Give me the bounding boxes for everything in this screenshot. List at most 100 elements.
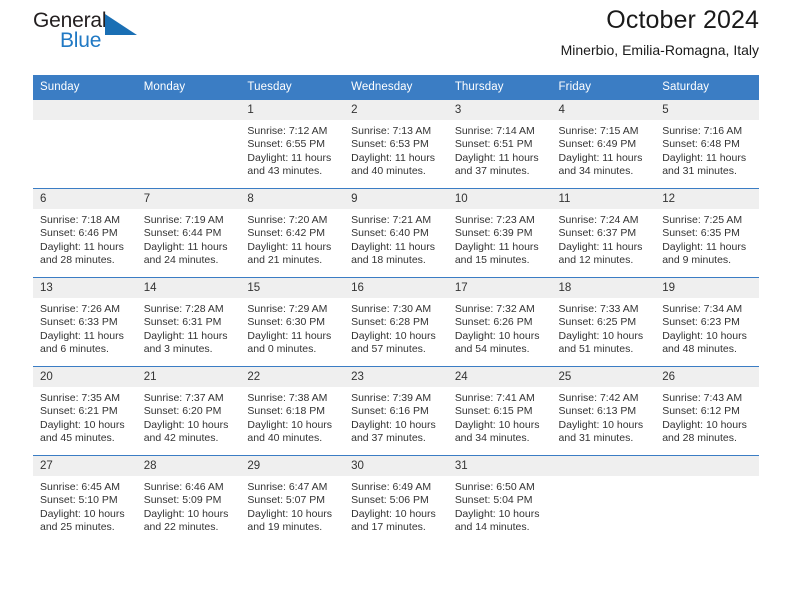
calendar-day-cell[interactable]: 13 Sunrise: 7:26 AM Sunset: 6:33 PM Dayligh… [33, 277, 137, 367]
day-info-line: and 0 minutes. [247, 343, 317, 356]
day-info-line: Sunset: 6:53 PM [351, 138, 429, 151]
calendar-day-cell[interactable]: 1 Sunrise: 7:12 AM Sunset: 6:55 PM Daylight… [240, 99, 345, 189]
calendar-day-cell[interactable]: 10 Sunrise: 7:23 AM Sunset: 6:39 PM Dayligh… [447, 188, 552, 278]
logo-text-blue: Blue [60, 29, 102, 52]
day-info-line: Daylight: 10 hours [247, 507, 333, 520]
day-info-line: Daylight: 10 hours [143, 418, 229, 431]
day-sun-info: Sunrise: 7:30 AM Sunset: 6:28 PM Daylight:… [344, 298, 448, 357]
day-info-line: Sunset: 6:37 PM [558, 227, 637, 240]
calendar-day-cell[interactable]: 19 Sunrise: 7:34 AM Sunset: 6:23 PM Dayligh… [655, 277, 759, 367]
day-info-line: Sunrise: 7:32 AM [454, 303, 535, 315]
day-number: 31 [447, 456, 552, 476]
day-number: 28 [136, 456, 241, 476]
calendar-day-cell[interactable]: 26 Sunrise: 7:43 AM Sunset: 6:12 PM Dayligh… [655, 366, 759, 456]
calendar-day-cell[interactable]: 8 Sunrise: 7:20 AM Sunset: 6:42 PM Daylight… [240, 188, 345, 278]
day-cell-content: 4 Sunrise: 7:15 AM Sunset: 6:49 PM Daylight… [551, 100, 656, 188]
calendar-day-cell[interactable]: 3 Sunrise: 7:14 AM Sunset: 6:51 PM Daylight… [447, 99, 552, 189]
day-info-line: Daylight: 11 hours [351, 151, 435, 164]
day-cell-content: 30 Sunrise: 6:49 AM Sunset: 5:06 PM Dayligh… [344, 456, 448, 545]
day-info-line: and 54 minutes. [454, 343, 530, 356]
calendar-day-cell[interactable]: 31 Sunrise: 6:50 AM Sunset: 5:04 PM Dayligh… [447, 455, 552, 545]
day-number: 29 [240, 456, 345, 476]
calendar-week-row: 1 Sunrise: 7:12 AM Sunset: 6:55 PM Daylight… [33, 99, 759, 189]
calendar-day-cell[interactable]: 23 Sunrise: 7:39 AM Sunset: 6:16 PM Dayligh… [344, 366, 448, 456]
calendar-page: General Blue October 2024 Minerbio, Emil… [0, 0, 792, 612]
day-cell-content: 17 Sunrise: 7:32 AM Sunset: 6:26 PM Dayligh… [447, 278, 552, 366]
day-info-line: and 25 minutes. [40, 521, 115, 534]
day-info-line: Sunrise: 7:37 AM [143, 392, 224, 404]
day-number: 6 [33, 189, 137, 209]
day-sun-info: Sunrise: 6:46 AM Sunset: 5:09 PM Daylight:… [137, 476, 241, 535]
day-info-line: Daylight: 10 hours [351, 329, 436, 342]
calendar-day-cell[interactable]: 16 Sunrise: 7:30 AM Sunset: 6:28 PM Dayligh… [344, 277, 448, 367]
calendar-day-cell[interactable]: 7 Sunrise: 7:19 AM Sunset: 6:44 PM Daylight… [136, 188, 241, 278]
calendar-day-cell[interactable] [33, 99, 137, 189]
day-info-line: and 34 minutes. [558, 165, 634, 178]
day-sun-info: Sunrise: 7:24 AM Sunset: 6:37 PM Daylight:… [552, 209, 656, 268]
day-info-line: Sunrise: 7:19 AM [143, 214, 224, 226]
calendar-day-cell[interactable]: 24 Sunrise: 7:41 AM Sunset: 6:15 PM Dayligh… [447, 366, 552, 456]
day-info-line: Daylight: 10 hours [40, 507, 125, 520]
day-sun-info [33, 120, 137, 125]
calendar-day-cell[interactable]: 12 Sunrise: 7:25 AM Sunset: 6:35 PM Dayligh… [655, 188, 759, 278]
calendar-day-cell[interactable]: 2 Sunrise: 7:13 AM Sunset: 6:53 PM Daylight… [344, 99, 448, 189]
calendar-day-cell[interactable]: 9 Sunrise: 7:21 AM Sunset: 6:40 PM Daylight… [344, 188, 448, 278]
day-info-line: Sunrise: 7:33 AM [558, 303, 639, 315]
day-info-line: Sunset: 6:26 PM [454, 316, 533, 329]
calendar-day-cell[interactable]: 6 Sunrise: 7:18 AM Sunset: 6:46 PM Daylight… [33, 188, 137, 278]
day-sun-info: Sunrise: 7:20 AM Sunset: 6:42 PM Daylight:… [240, 209, 344, 268]
calendar-week-row: 27 Sunrise: 6:45 AM Sunset: 5:10 PM Dayligh… [33, 455, 759, 545]
day-info-line: Sunset: 6:31 PM [143, 316, 222, 329]
day-sun-info: Sunrise: 7:38 AM Sunset: 6:18 PM Daylight:… [240, 387, 344, 446]
weekday-header-friday: Friday [551, 75, 656, 100]
day-sun-info: Sunrise: 7:33 AM Sunset: 6:25 PM Daylight:… [552, 298, 656, 357]
calendar-day-cell[interactable] [136, 99, 241, 189]
calendar-body: 1 Sunrise: 7:12 AM Sunset: 6:55 PM Daylight… [33, 99, 759, 545]
generalblue-logo[interactable]: General Blue [33, 9, 153, 57]
day-info-line: and 21 minutes. [247, 254, 323, 267]
calendar-day-cell[interactable]: 11 Sunrise: 7:24 AM Sunset: 6:37 PM Dayligh… [551, 188, 656, 278]
day-info-line: and 37 minutes. [351, 432, 426, 445]
day-info-line: Daylight: 10 hours [143, 507, 229, 520]
day-info-line: Daylight: 11 hours [454, 151, 539, 164]
calendar-day-cell[interactable]: 18 Sunrise: 7:33 AM Sunset: 6:25 PM Dayligh… [551, 277, 656, 367]
calendar-day-cell[interactable]: 27 Sunrise: 6:45 AM Sunset: 5:10 PM Dayligh… [33, 455, 137, 545]
calendar-day-cell[interactable]: 15 Sunrise: 7:29 AM Sunset: 6:30 PM Dayligh… [240, 277, 345, 367]
calendar-day-cell[interactable]: 21 Sunrise: 7:37 AM Sunset: 6:20 PM Dayligh… [136, 366, 241, 456]
day-info-line: Sunset: 5:10 PM [40, 494, 118, 507]
calendar-day-cell[interactable]: 17 Sunrise: 7:32 AM Sunset: 6:26 PM Dayligh… [447, 277, 552, 367]
day-info-line: Daylight: 11 hours [662, 240, 747, 253]
calendar-day-cell[interactable]: 22 Sunrise: 7:38 AM Sunset: 6:18 PM Dayligh… [240, 366, 345, 456]
calendar-day-cell[interactable] [551, 455, 656, 545]
day-number: 25 [551, 367, 656, 387]
day-info-line: Sunset: 5:07 PM [247, 494, 326, 507]
day-sun-info: Sunrise: 7:42 AM Sunset: 6:13 PM Daylight:… [552, 387, 656, 446]
calendar-day-cell[interactable]: 28 Sunrise: 6:46 AM Sunset: 5:09 PM Dayligh… [136, 455, 241, 545]
weekday-header-row: Sunday Monday Tuesday Wednesday Thursday… [33, 75, 759, 100]
day-info-line: Sunset: 6:13 PM [558, 405, 637, 418]
day-info-line: Sunset: 6:46 PM [40, 227, 118, 240]
day-info-line: Sunset: 6:25 PM [558, 316, 637, 329]
day-sun-info: Sunrise: 7:41 AM Sunset: 6:15 PM Daylight:… [448, 387, 552, 446]
day-number: 13 [33, 278, 137, 298]
calendar-day-cell[interactable]: 5 Sunrise: 7:16 AM Sunset: 6:48 PM Daylight… [655, 99, 759, 189]
calendar-day-cell[interactable] [655, 455, 759, 545]
calendar-day-cell[interactable]: 25 Sunrise: 7:42 AM Sunset: 6:13 PM Dayligh… [551, 366, 656, 456]
day-info-line: and 45 minutes. [40, 432, 115, 445]
day-cell-content: 29 Sunrise: 6:47 AM Sunset: 5:07 PM Dayligh… [240, 456, 345, 545]
calendar-day-cell[interactable]: 30 Sunrise: 6:49 AM Sunset: 5:06 PM Dayligh… [344, 455, 448, 545]
day-info-line: and 15 minutes. [454, 254, 530, 267]
day-info-line: Sunrise: 7:34 AM [662, 303, 743, 315]
calendar-day-cell[interactable]: 29 Sunrise: 6:47 AM Sunset: 5:07 PM Dayligh… [240, 455, 345, 545]
calendar-day-cell[interactable]: 14 Sunrise: 7:28 AM Sunset: 6:31 PM Dayligh… [136, 277, 241, 367]
day-number: 10 [447, 189, 552, 209]
day-cell-content: 18 Sunrise: 7:33 AM Sunset: 6:25 PM Dayligh… [551, 278, 656, 366]
day-cell-content: 16 Sunrise: 7:30 AM Sunset: 6:28 PM Dayligh… [344, 278, 448, 366]
calendar-day-cell[interactable]: 20 Sunrise: 7:35 AM Sunset: 6:21 PM Dayligh… [33, 366, 137, 456]
day-number: 12 [655, 189, 759, 209]
calendar-day-cell[interactable]: 4 Sunrise: 7:15 AM Sunset: 6:49 PM Daylight… [551, 99, 656, 189]
day-sun-info: Sunrise: 7:35 AM Sunset: 6:21 PM Daylight:… [33, 387, 137, 446]
day-cell-content: 24 Sunrise: 7:41 AM Sunset: 6:15 PM Dayligh… [447, 367, 552, 455]
day-info-line: and 18 minutes. [351, 254, 426, 267]
day-cell-content: 28 Sunrise: 6:46 AM Sunset: 5:09 PM Dayligh… [136, 456, 241, 545]
